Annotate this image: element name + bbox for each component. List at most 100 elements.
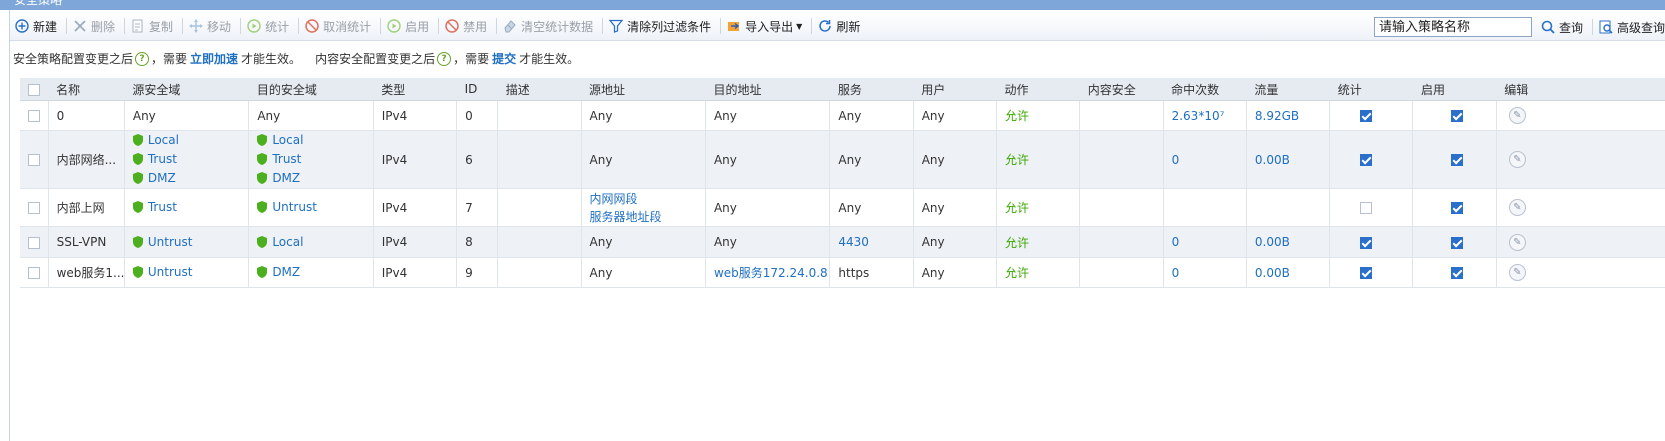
zone-link[interactable]: Local bbox=[257, 233, 372, 252]
enable-button[interactable]: 启用 bbox=[382, 14, 437, 38]
column-header[interactable]: 目的地址 bbox=[705, 78, 830, 101]
column-header[interactable]: 服务 bbox=[829, 78, 914, 101]
hits-value[interactable]: 2.63*10⁷ bbox=[1172, 109, 1225, 123]
zone-link[interactable]: Local bbox=[132, 131, 248, 150]
accelerate-now-link[interactable]: 立即加速 bbox=[190, 50, 238, 67]
column-header[interactable]: 动作 bbox=[996, 78, 1080, 101]
column-header[interactable]: 启用 bbox=[1412, 78, 1497, 101]
enabled-checkbox[interactable] bbox=[1451, 267, 1464, 279]
address-any: Any bbox=[589, 152, 613, 167]
row-checkbox[interactable] bbox=[28, 154, 40, 166]
row-select-cell[interactable] bbox=[20, 100, 49, 131]
hits-value[interactable]: 0 bbox=[1172, 266, 1180, 280]
help-icon[interactable]: ? bbox=[135, 51, 150, 66]
zone-link[interactable]: Untrust bbox=[132, 263, 248, 282]
advanced-query-button[interactable]: 高级查询 bbox=[1594, 15, 1665, 39]
enabled-checkbox[interactable] bbox=[1451, 154, 1464, 166]
column-header[interactable]: 目的安全域 bbox=[248, 78, 374, 101]
stat-checkbox[interactable] bbox=[1360, 267, 1373, 279]
column-header[interactable]: 编辑 bbox=[1496, 78, 1665, 101]
policy-name-search-input[interactable] bbox=[1373, 17, 1532, 37]
select-all-checkbox[interactable] bbox=[28, 83, 40, 96]
zone-link[interactable]: DMZ bbox=[132, 169, 248, 188]
select-all-header[interactable] bbox=[20, 78, 49, 101]
enabled-checkbox[interactable] bbox=[1451, 110, 1464, 122]
stat-checkbox[interactable] bbox=[1360, 202, 1373, 214]
table-row[interactable]: web服务1... Untrust DMZ IPv4 9 Any web服务172.24.0… bbox=[20, 257, 1665, 288]
edit-pencil-icon[interactable]: ✎ bbox=[1508, 264, 1526, 281]
toolbar-separator bbox=[124, 18, 126, 34]
service-value[interactable]: 4430 bbox=[838, 235, 869, 249]
enabled-checkbox[interactable] bbox=[1451, 202, 1464, 214]
move-button[interactable]: 移动 bbox=[184, 14, 239, 38]
import-export-button[interactable]: 导入导出 ▼ bbox=[722, 14, 810, 38]
traffic-cell: 8.92GB bbox=[1246, 100, 1331, 131]
address-link[interactable]: 内网网段 bbox=[590, 190, 705, 208]
stat-checkbox[interactable] bbox=[1360, 236, 1373, 249]
row-select-cell[interactable] bbox=[20, 188, 49, 227]
column-header[interactable]: 名称 bbox=[48, 78, 125, 101]
traffic-value[interactable]: 0.00B bbox=[1255, 266, 1290, 280]
clear-column-filter-button[interactable]: 清除列过滤条件 bbox=[604, 14, 719, 38]
copy-button[interactable]: 复制 bbox=[126, 14, 181, 38]
zone-link[interactable]: DMZ bbox=[257, 169, 372, 188]
action-cell: 允许 bbox=[996, 188, 1081, 227]
zone-link[interactable]: DMZ bbox=[257, 263, 372, 282]
table-row[interactable]: SSL-VPN Untrust Local IPv4 8 Any Any 4430 Any 允许 0… bbox=[20, 226, 1665, 258]
zone-link[interactable]: Untrust bbox=[257, 198, 372, 217]
edit-pencil-icon[interactable]: ✎ bbox=[1508, 151, 1526, 168]
query-button[interactable]: 查询 bbox=[1536, 15, 1591, 39]
edit-pencil-icon[interactable]: ✎ bbox=[1508, 199, 1526, 216]
traffic-value[interactable]: 0.00B bbox=[1255, 153, 1290, 167]
cancel-stat-button[interactable]: 取消统计 bbox=[300, 14, 379, 38]
column-header[interactable]: 统计 bbox=[1329, 78, 1413, 101]
table-row[interactable]: 内部上网 Trust Untrust IPv4 7 内网网段 服务器地址段 Any Any Any… bbox=[20, 188, 1665, 227]
zone-link[interactable]: Trust bbox=[257, 150, 372, 169]
zone-link[interactable]: Local bbox=[257, 131, 372, 150]
row-checkbox[interactable] bbox=[28, 202, 40, 214]
row-select-cell[interactable] bbox=[20, 226, 49, 258]
delete-button[interactable]: 删除 bbox=[68, 14, 123, 38]
edit-pencil-icon[interactable]: ✎ bbox=[1508, 233, 1526, 251]
traffic-value[interactable]: 0.00B bbox=[1255, 235, 1290, 249]
refresh-button[interactable]: 刷新 bbox=[813, 14, 868, 38]
address-link[interactable]: web服务172.24.0.8 bbox=[714, 264, 829, 282]
submit-link[interactable]: 提交 bbox=[492, 50, 516, 67]
column-header[interactable]: 描述 bbox=[497, 78, 581, 101]
disable-button[interactable]: 禁用 bbox=[440, 14, 495, 38]
zone-link[interactable]: Untrust bbox=[132, 233, 248, 252]
service-cell: Any bbox=[829, 130, 914, 189]
hits-value[interactable]: 0 bbox=[1172, 153, 1180, 167]
column-header[interactable]: 用户 bbox=[913, 78, 997, 101]
address-any: Any bbox=[713, 108, 737, 123]
stat-button[interactable]: 统计 bbox=[242, 14, 297, 38]
edit-pencil-icon[interactable]: ✎ bbox=[1508, 107, 1526, 124]
new-button[interactable]: 新建 bbox=[10, 14, 65, 38]
traffic-cell: 0.00B bbox=[1246, 130, 1331, 189]
table-row[interactable]: 0 Any Any IPv4 0 Any Any Any Any 允许 2.63*10⁷ 8.92GB… bbox=[20, 100, 1665, 131]
stat-checkbox[interactable] bbox=[1360, 110, 1373, 122]
row-select-cell[interactable] bbox=[20, 130, 49, 189]
column-header[interactable]: ID bbox=[456, 78, 498, 101]
column-header[interactable]: 内容安全 bbox=[1079, 78, 1164, 101]
zone-link[interactable]: Trust bbox=[132, 150, 248, 169]
column-header[interactable]: 源安全域 bbox=[124, 78, 249, 101]
table-row[interactable]: 内部网络... Local Trust DMZ Local Trust DMZ IPv4 6 An… bbox=[20, 130, 1665, 189]
help-icon[interactable]: ? bbox=[437, 51, 452, 66]
column-header[interactable]: 流量 bbox=[1246, 78, 1330, 101]
row-select-cell[interactable] bbox=[20, 257, 49, 288]
enabled-checkbox[interactable] bbox=[1451, 236, 1464, 249]
row-checkbox[interactable] bbox=[28, 110, 40, 122]
stat-checkbox[interactable] bbox=[1360, 154, 1373, 166]
clear-stat-data-button[interactable]: 清空统计数据 bbox=[498, 14, 601, 38]
column-header[interactable]: 命中次数 bbox=[1163, 78, 1247, 101]
hits-value[interactable]: 0 bbox=[1172, 235, 1180, 249]
address-link[interactable]: 服务器地址段 bbox=[590, 208, 705, 226]
policy-name-cell: 内部网络... bbox=[48, 130, 125, 189]
column-header[interactable]: 类型 bbox=[373, 78, 457, 101]
row-checkbox[interactable] bbox=[28, 267, 40, 279]
row-checkbox[interactable] bbox=[28, 236, 40, 249]
column-header[interactable]: 源地址 bbox=[581, 78, 706, 101]
traffic-value[interactable]: 8.92GB bbox=[1255, 109, 1299, 123]
zone-link[interactable]: Trust bbox=[132, 198, 248, 217]
